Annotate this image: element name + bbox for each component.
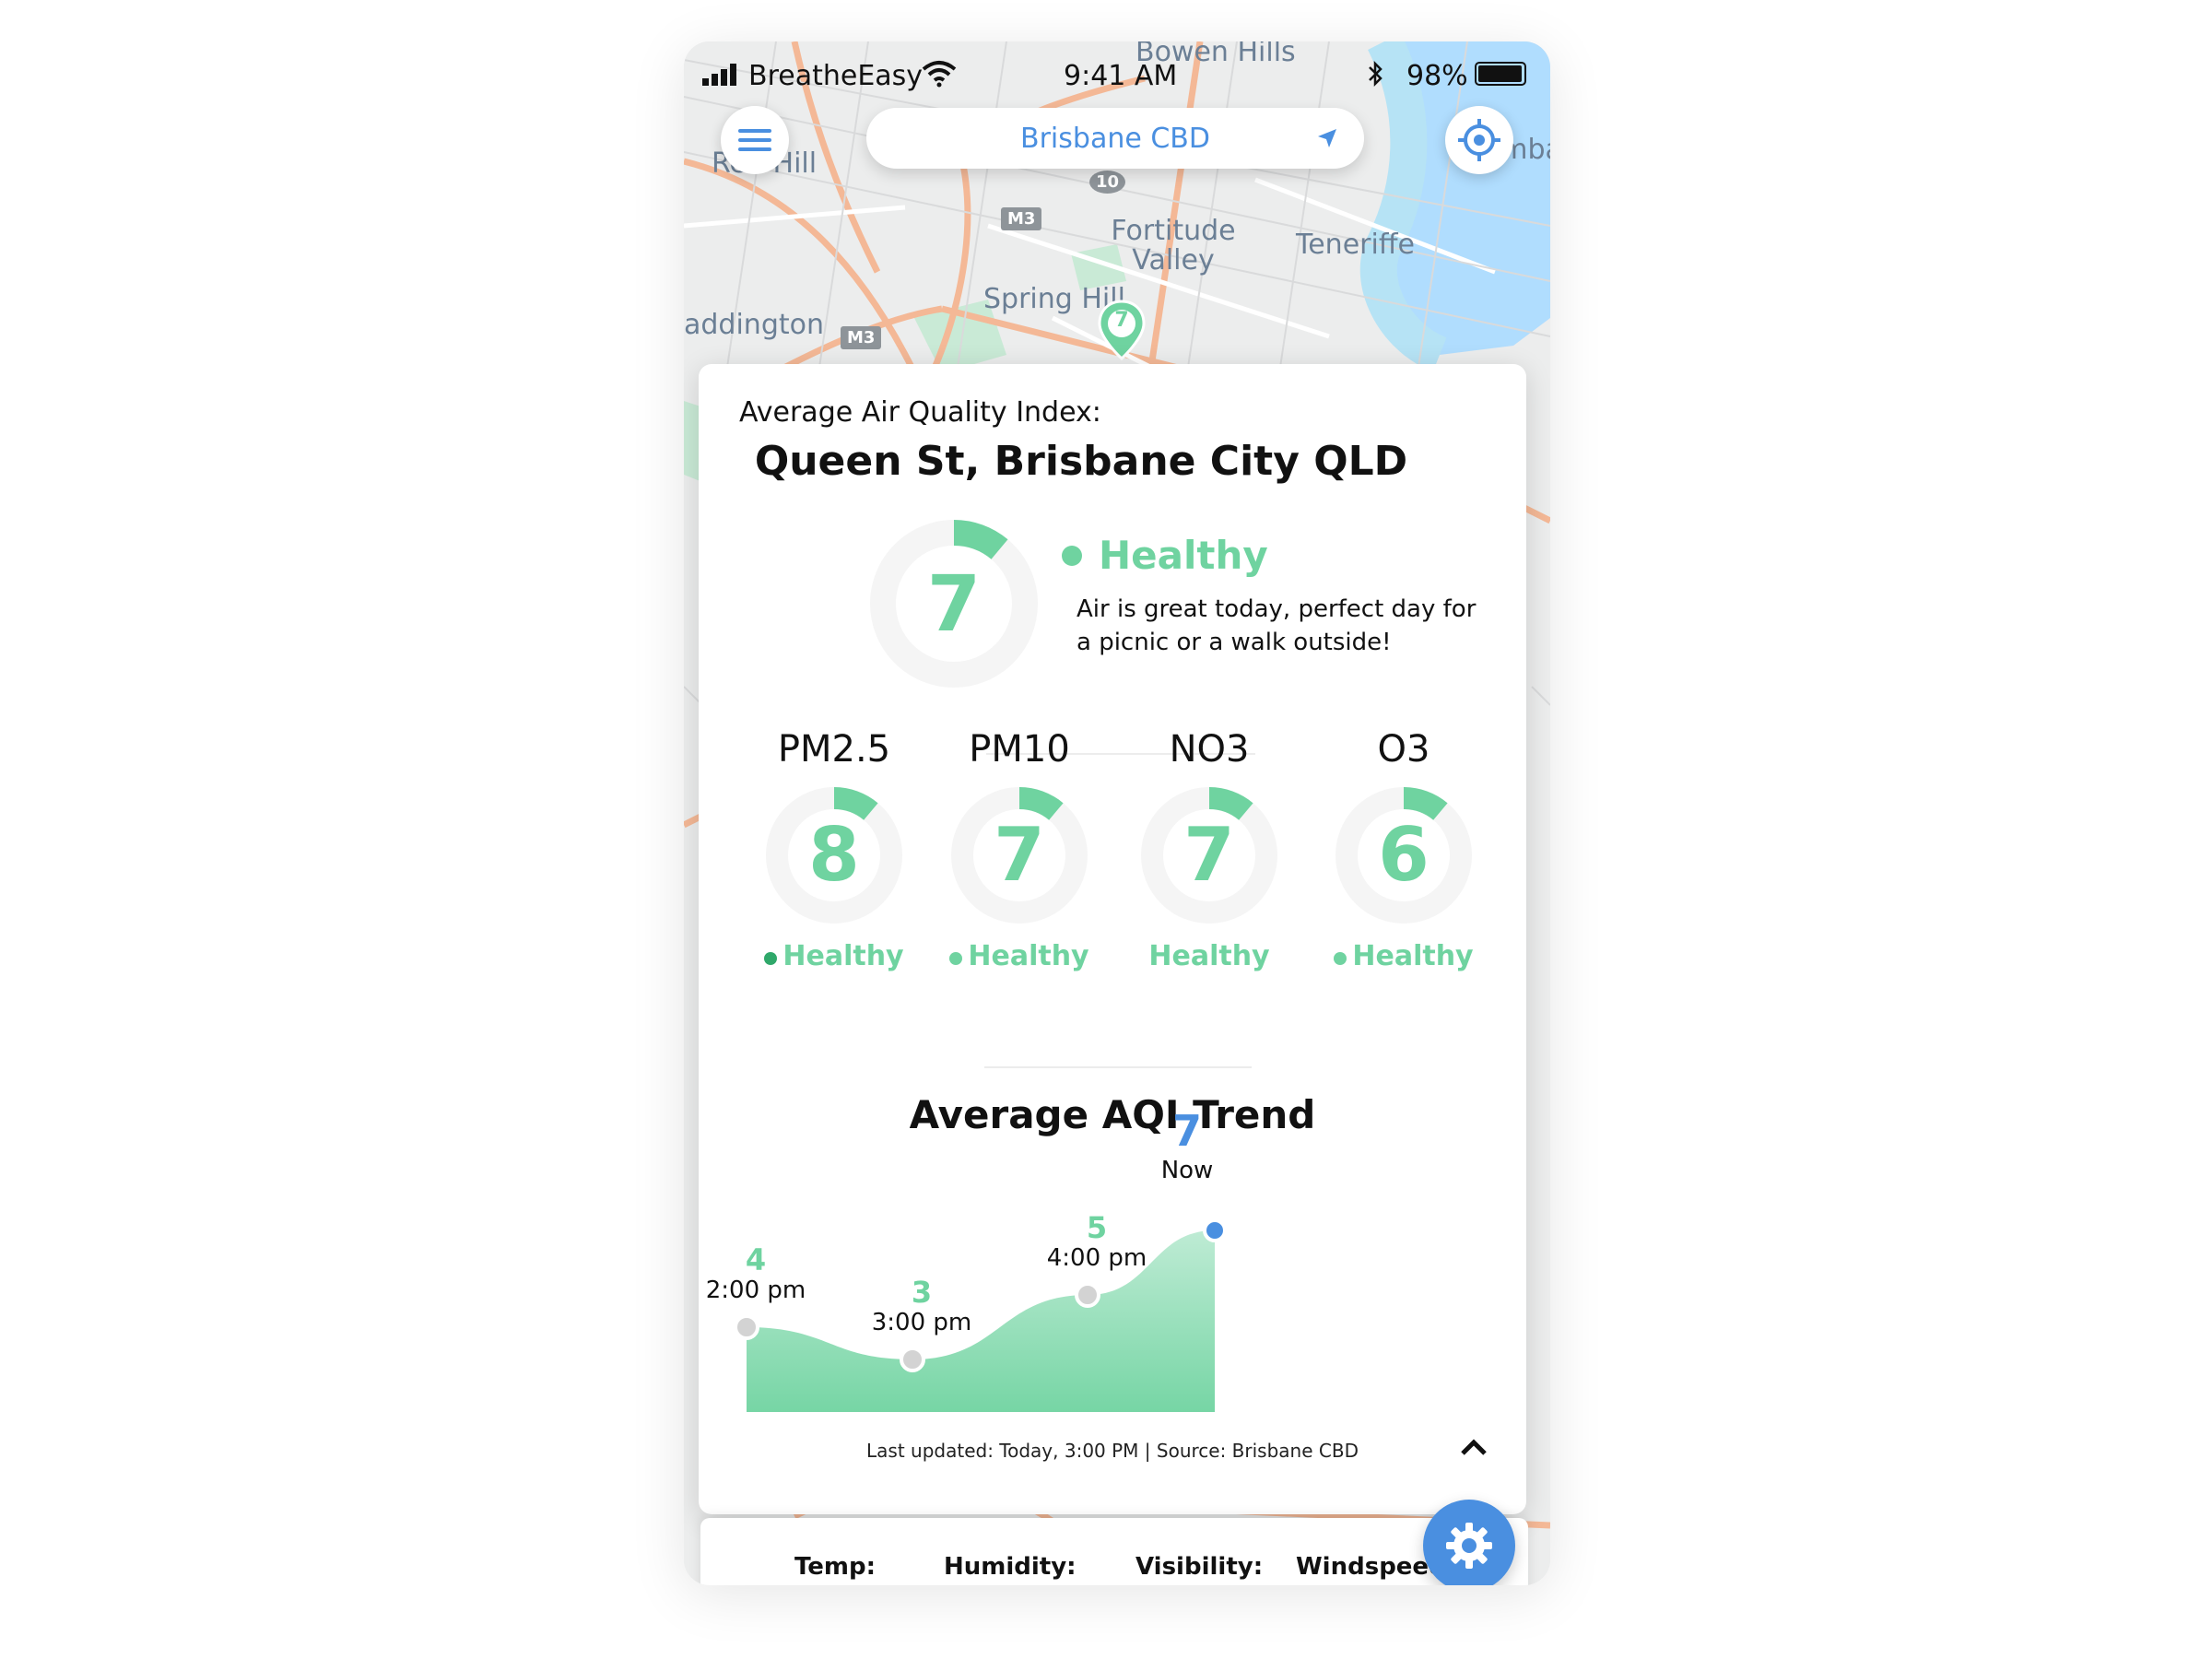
map-label: addington: [684, 309, 824, 341]
trend-point[interactable]: [1075, 1282, 1100, 1308]
carrier-name: BreatheEasy: [748, 60, 924, 92]
road-shield: M3: [1001, 207, 1042, 230]
wifi-icon: [922, 61, 957, 88]
trend-value-label: 5: [1086, 1210, 1108, 1245]
battery-fill: [1478, 65, 1523, 82]
menu-button[interactable]: [721, 106, 789, 174]
road-shield: M3: [841, 326, 882, 349]
visibility-label: Visibility:: [1135, 1553, 1264, 1581]
battery-icon: [1475, 62, 1526, 86]
humidity-label: Humidity:: [944, 1553, 1077, 1581]
locate-me-button[interactable]: [1445, 106, 1513, 174]
location-name: Brisbane CBD: [1020, 122, 1210, 155]
trend-value-label: 7: [1171, 1106, 1202, 1156]
hamburger-icon: [738, 129, 771, 151]
navigation-arrow-icon: [1318, 129, 1336, 147]
trend-point[interactable]: [1203, 1218, 1227, 1242]
temp-label: Temp:: [794, 1553, 877, 1581]
status-time: 9:41 AM: [1064, 60, 1178, 92]
phone-screen: Bowen Hills Red Hill Fortitude Valley Te…: [684, 41, 1550, 1585]
weather-card[interactable]: Temp: Humidity: Visibility: Windspeed: [700, 1518, 1528, 1585]
crosshair-icon: [1458, 119, 1500, 161]
windspeed-label: Windspeed: [1296, 1553, 1446, 1581]
gear-icon: [1446, 1523, 1492, 1569]
marker-value: 7: [1114, 309, 1129, 332]
trend-time-label: 3:00 pm: [871, 1309, 972, 1336]
trend-value-label: 3: [911, 1275, 933, 1310]
trend-time-label: Now: [1160, 1157, 1214, 1184]
trend-time-label: 2:00 pm: [705, 1277, 806, 1304]
road-shield: 10: [1089, 171, 1126, 194]
aqi-map-marker[interactable]: 7: [1097, 300, 1147, 361]
location-search-pill[interactable]: Brisbane CBD: [866, 108, 1364, 169]
aqi-trend-chart: [734, 1218, 1227, 1412]
trend-time-label: 4:00 pm: [1046, 1244, 1147, 1272]
settings-button[interactable]: [1423, 1500, 1515, 1585]
trend-point[interactable]: [900, 1347, 925, 1372]
map-label: Teneriffe: [1296, 229, 1415, 261]
status-bar: BreatheEasy 9:41 AM 98%: [684, 41, 1550, 115]
trend-point[interactable]: [734, 1314, 759, 1340]
trend-value-label: 4: [745, 1242, 767, 1277]
signal-icon: [702, 64, 736, 86]
battery-percent: 98%: [1406, 60, 1468, 92]
aqi-card: Average Air Quality Index: Queen St, Bri…: [699, 364, 1526, 1514]
last-updated-footer: Last updated: Today, 3:00 PM | Source: B…: [866, 1440, 1359, 1462]
chevron-up-icon[interactable]: [1460, 1437, 1488, 1457]
map-label: Fortitude Valley: [1111, 215, 1236, 276]
bluetooth-icon: [1369, 60, 1382, 88]
